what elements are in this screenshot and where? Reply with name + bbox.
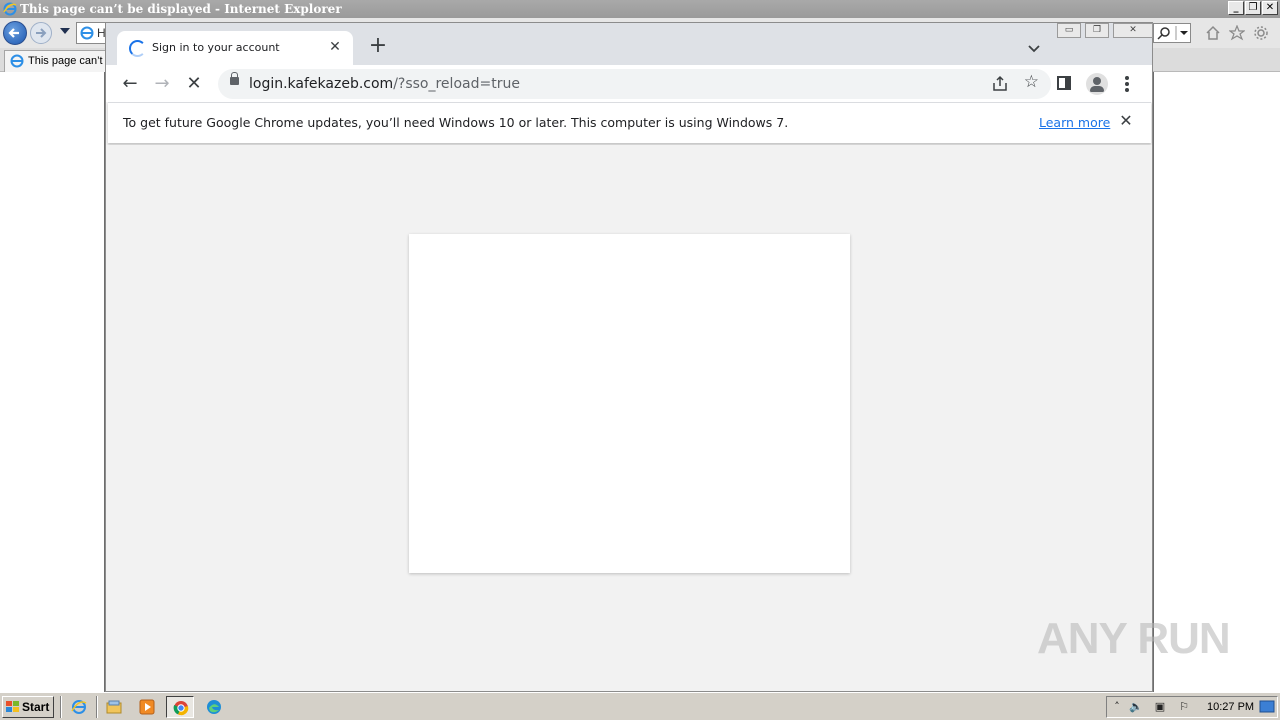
ie-restore-button[interactable]: ❐ [1245, 1, 1261, 15]
ie-window-edge [1153, 72, 1154, 692]
internet-explorer-icon [71, 700, 87, 714]
tab-title: Sign in to your account [152, 41, 280, 54]
tab-search-chevron-icon[interactable] [1024, 38, 1044, 58]
taskbar-clock[interactable]: 10:27 PM [1207, 701, 1254, 713]
chrome-window: Sign in to your account ✕ + ▭ ❐ ✕ ← → ✕ … [105, 22, 1153, 692]
new-tab-button[interactable]: + [366, 35, 390, 59]
forward-button[interactable]: → [151, 73, 173, 95]
side-panel-icon[interactable] [1057, 76, 1071, 90]
start-label: Start [22, 700, 50, 714]
learn-more-link[interactable]: Learn more [1039, 115, 1110, 130]
ie-title-bar: This page can’t be displayed - Internet … [0, 0, 1280, 18]
chrome-tab-active[interactable]: Sign in to your account ✕ [117, 31, 353, 65]
ie-minimize-button[interactable]: _ [1228, 1, 1244, 15]
update-infobar: To get future Google Chrome updates, you… [108, 102, 1151, 143]
chrome-toolbar: ← → ✕ login.kafekazeb.com/?sso_reload=tr… [106, 65, 1152, 102]
share-icon[interactable] [991, 75, 1009, 93]
ie-close-button[interactable]: ✕ [1262, 1, 1278, 15]
address-bar[interactable]: login.kafekazeb.com/?sso_reload=true ☆ [218, 69, 1051, 99]
chrome-restore-button[interactable]: ❐ [1085, 23, 1109, 38]
windows-flag-icon [6, 701, 19, 713]
volume-icon[interactable]: 🔈 [1129, 700, 1143, 714]
ie-forward-button[interactable] [30, 22, 52, 44]
back-button[interactable]: ← [119, 73, 141, 95]
file-explorer-icon [106, 700, 122, 714]
url-path: /?sso_reload=true [393, 76, 520, 92]
taskbar-app-file-explorer[interactable] [100, 696, 128, 718]
internet-explorer-icon [10, 54, 24, 68]
ie-tab[interactable]: This page can’t b [4, 50, 114, 72]
bookmark-star-icon[interactable]: ☆ [1024, 72, 1039, 92]
infobar-close-button[interactable]: ✕ [1117, 112, 1135, 130]
arrow-left-icon [8, 28, 19, 38]
taskbar-app-internet-explorer[interactable] [65, 696, 93, 718]
media-player-icon [139, 699, 155, 715]
taskbar-separator [60, 696, 62, 718]
network-icon[interactable]: ▣ [1153, 700, 1167, 714]
taskbar-app-edge[interactable] [200, 696, 228, 718]
loading-spinner-icon [129, 40, 146, 57]
url-host: login.kafekazeb.com [249, 76, 394, 92]
profile-avatar-icon[interactable] [1086, 73, 1108, 95]
taskbar: Start ˄ 🔈 ▣ ⚐ 10:27 PM [0, 692, 1280, 720]
ie-back-button[interactable] [3, 21, 27, 45]
system-tray: ˄ 🔈 ▣ ⚐ 10:27 PM [1106, 696, 1278, 718]
search-icon [1157, 26, 1188, 40]
anyrun-watermark: ANY RUN [1037, 610, 1237, 670]
login-card [409, 234, 850, 573]
chrome-close-button[interactable]: ✕ [1113, 23, 1153, 38]
show-hidden-icons-button[interactable]: ˄ [1110, 700, 1124, 714]
edge-icon [207, 700, 221, 714]
chrome-icon [173, 701, 189, 716]
watermark-text: ANY RUN [1037, 614, 1231, 663]
action-center-flag-icon[interactable]: ⚐ [1177, 700, 1191, 714]
chrome-minimize-button[interactable]: ▭ [1057, 23, 1081, 38]
arrow-right-icon [36, 28, 47, 38]
taskbar-app-media-player[interactable] [133, 696, 161, 718]
favorites-star-icon[interactable] [1229, 25, 1245, 41]
ie-tab-label: This page can’t b [28, 55, 112, 67]
chrome-tab-strip: Sign in to your account ✕ + ▭ ❐ ✕ [106, 23, 1153, 65]
start-button[interactable]: Start [2, 696, 54, 718]
ie-search-dropdown[interactable] [1153, 23, 1191, 43]
address-url[interactable]: login.kafekazeb.com/?sso_reload=true [249, 76, 520, 92]
ie-window-title: This page can’t be displayed - Internet … [20, 2, 342, 16]
infobar-message: To get future Google Chrome updates, you… [123, 115, 789, 130]
ie-history-dropdown-icon[interactable] [60, 28, 70, 34]
show-desktop-icon[interactable] [1259, 700, 1275, 714]
internet-explorer-icon [80, 26, 94, 40]
taskbar-separator [96, 696, 98, 718]
internet-explorer-icon [3, 2, 17, 16]
taskbar-app-chrome[interactable] [166, 696, 194, 718]
tab-close-button[interactable]: ✕ [327, 39, 343, 55]
stop-loading-button[interactable]: ✕ [183, 73, 205, 95]
chrome-menu-icon[interactable] [1125, 76, 1129, 92]
gear-icon[interactable] [1253, 25, 1269, 41]
lock-icon[interactable] [230, 72, 239, 85]
page-content [106, 145, 1152, 691]
home-icon[interactable] [1205, 25, 1221, 41]
